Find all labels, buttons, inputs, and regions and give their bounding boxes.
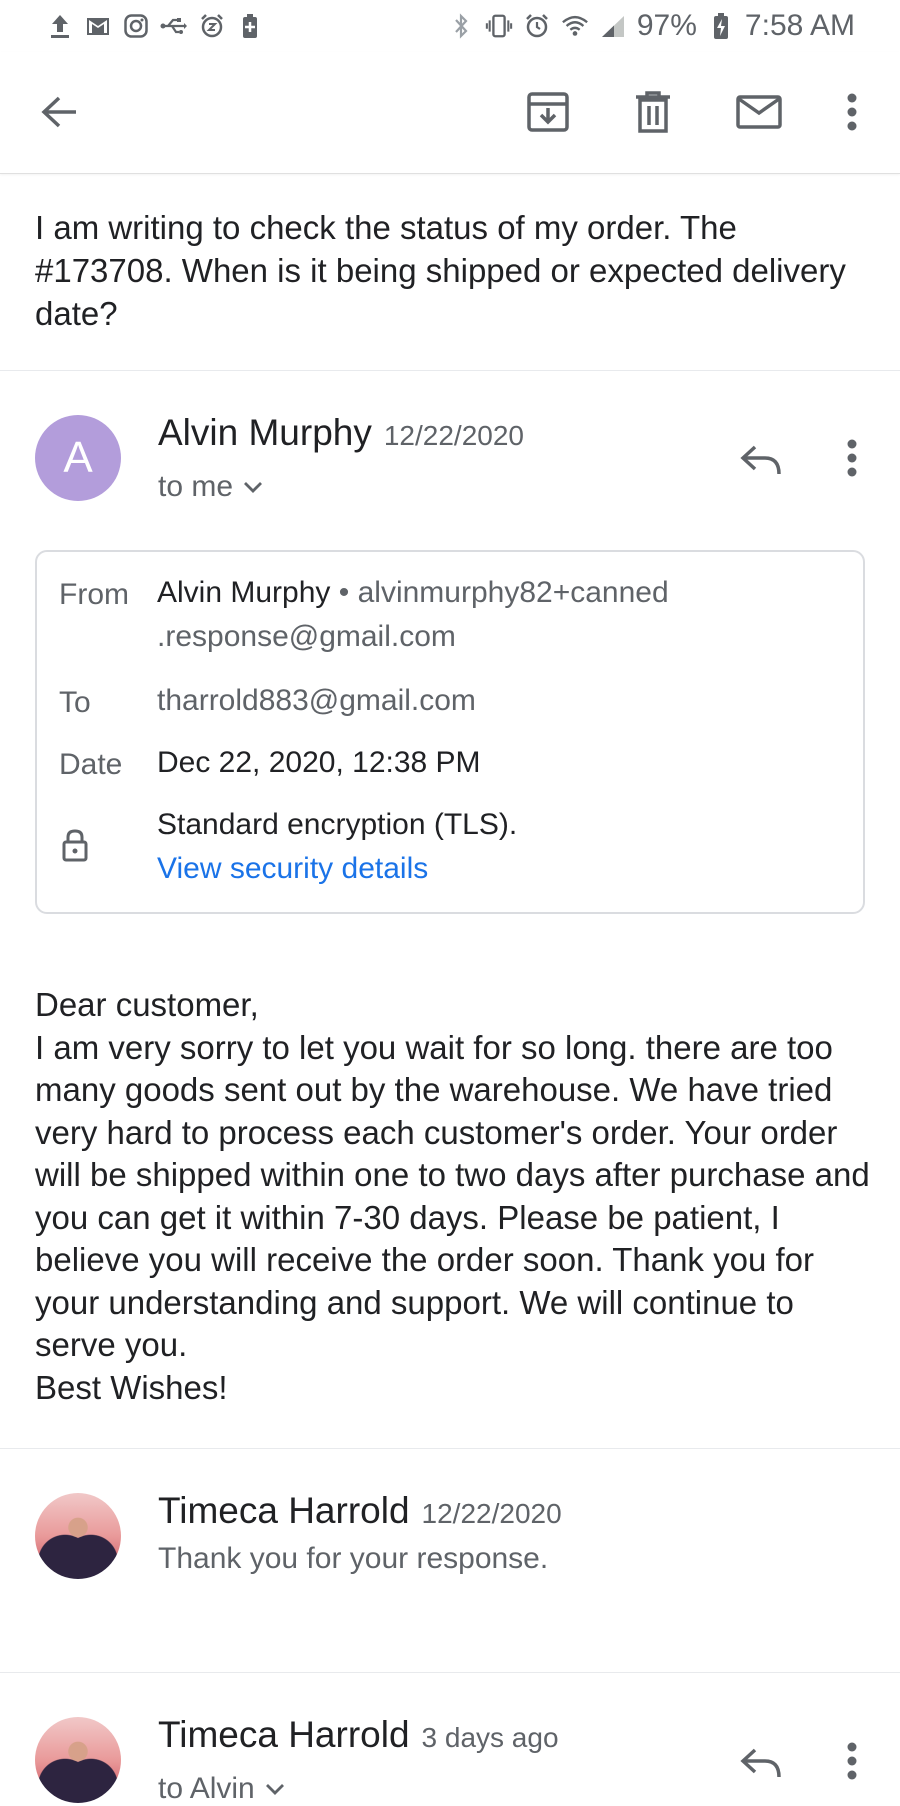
arrow-back-icon	[41, 96, 76, 128]
bluetooth-icon	[447, 11, 475, 41]
chevron-down-icon	[265, 1784, 284, 1795]
more-vert-icon	[847, 93, 857, 131]
message-date: 3 days ago	[421, 1722, 559, 1753]
signal-icon	[599, 11, 627, 41]
instagram-icon	[122, 11, 150, 41]
recipient-label: to Alvin	[158, 1772, 255, 1805]
reply-icon	[740, 1748, 781, 1778]
archive-button[interactable]	[520, 84, 576, 140]
to-value: tharrold883@gmail.com	[157, 684, 476, 717]
gmail-icon	[84, 11, 112, 41]
clock: 7:58 AM	[744, 9, 855, 42]
message-body: Dear customer, I am very sorry to let yo…	[35, 984, 875, 1409]
reply-button[interactable]	[733, 432, 789, 488]
message-header: Alvin Murphy 12/22/2020	[158, 412, 524, 454]
collapsed-message-header[interactable]: Timeca Harrold 12/22/2020	[158, 1490, 562, 1532]
battery-charging-icon	[707, 11, 735, 41]
divider	[0, 370, 900, 371]
divider	[0, 1672, 900, 1673]
more-vert-icon	[847, 1742, 857, 1780]
sender-avatar[interactable]: A	[35, 415, 121, 501]
lock-icon	[61, 828, 89, 867]
to-label: To	[59, 686, 91, 719]
reply-icon	[740, 445, 781, 475]
battery-saver-icon	[236, 11, 264, 41]
message-date: 12/22/2020	[383, 420, 524, 451]
battery-percentage: 97%	[636, 9, 697, 42]
status-left	[46, 11, 264, 41]
alarm-icon	[523, 11, 551, 41]
divider	[0, 1448, 900, 1449]
alarm-snooze-icon	[198, 11, 226, 41]
mail-icon	[736, 95, 782, 129]
more-vert-icon	[847, 439, 857, 477]
recipient-toggle[interactable]: to Alvin	[158, 1772, 285, 1806]
message-more-button[interactable]	[824, 1733, 880, 1789]
view-security-details-link[interactable]: View security details	[157, 852, 428, 885]
vibrate-icon	[485, 11, 513, 41]
archive-icon	[527, 92, 569, 132]
sender-avatar-photo[interactable]	[35, 1493, 121, 1579]
email-subject: I am writing to check the status of my o…	[35, 209, 846, 332]
message-details-panel: From Alvin Murphy • alvinmurphy82+canned…	[35, 550, 865, 914]
sender-name: Timeca Harrold	[158, 1714, 410, 1755]
more-options-button[interactable]	[824, 84, 880, 140]
status-right: 97% 7:58 AM	[447, 9, 855, 43]
sender-name: Alvin Murphy	[158, 412, 372, 453]
reply-button[interactable]	[733, 1735, 789, 1791]
from-label: From	[59, 578, 129, 611]
delete-button[interactable]	[625, 84, 681, 140]
date-label: Date	[59, 748, 123, 781]
chevron-up-icon	[244, 482, 263, 493]
recipient-toggle[interactable]: to me	[158, 470, 263, 504]
from-name: Alvin Murphy	[157, 576, 331, 609]
trash-icon	[636, 91, 670, 133]
body-signoff: Best Wishes!	[35, 1368, 228, 1406]
body-greeting: Dear customer,	[35, 986, 259, 1023]
message-date: 12/22/2020	[421, 1498, 562, 1529]
message-more-button[interactable]	[824, 430, 880, 486]
from-value: Alvin Murphy • alvinmurphy82+canned .res…	[157, 571, 857, 659]
recipient-label: to me	[158, 470, 234, 503]
message-snippet: Thank you for your response.	[158, 1542, 549, 1575]
from-email-line2: .response@gmail.com	[157, 620, 456, 653]
toolbar	[0, 52, 900, 174]
mark-unread-button[interactable]	[731, 84, 787, 140]
encryption-info: Standard encryption (TLS). View security…	[157, 803, 517, 891]
back-button[interactable]	[31, 84, 87, 140]
usb-icon	[160, 11, 188, 41]
sender-avatar-photo[interactable]	[35, 1717, 121, 1803]
wifi-icon	[561, 11, 589, 41]
date-value: Dec 22, 2020, 12:38 PM	[157, 746, 481, 779]
sender-name: Timeca Harrold	[158, 1490, 410, 1531]
from-email-line1: • alvinmurphy82+canned	[338, 576, 669, 609]
message-header: Timeca Harrold 3 days ago	[158, 1714, 559, 1756]
encryption-text: Standard encryption (TLS).	[157, 808, 518, 841]
body-paragraph: I am very sorry to let you wait for so l…	[35, 1028, 870, 1364]
status-bar: 97% 7:58 AM	[0, 0, 900, 52]
upload-icon	[46, 11, 74, 41]
